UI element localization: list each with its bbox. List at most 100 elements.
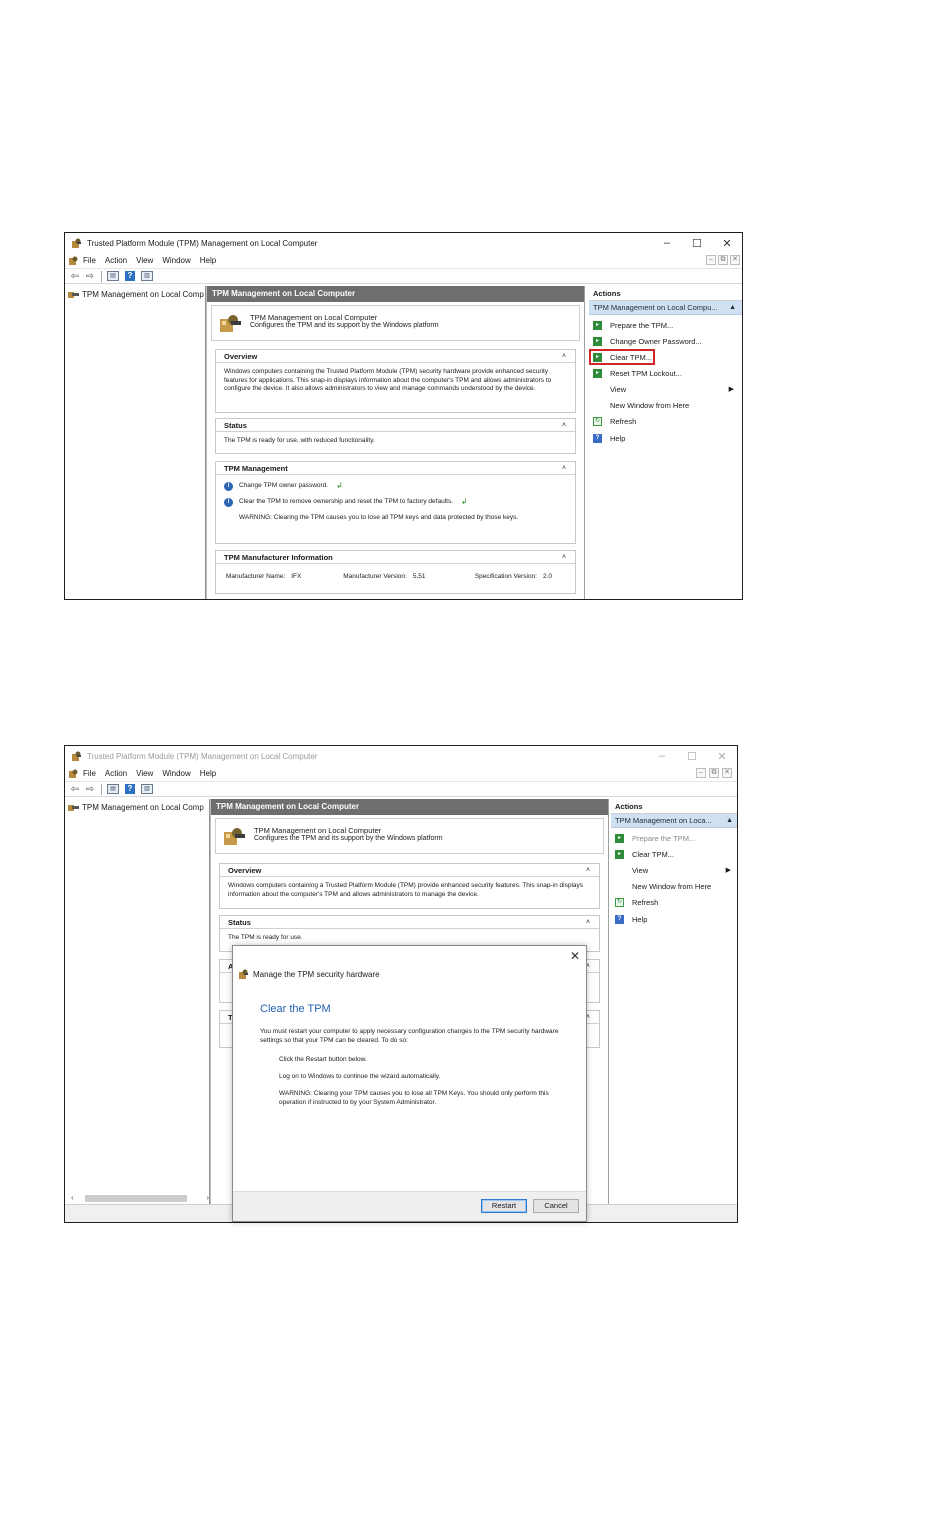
menu-view[interactable]: View [136, 256, 153, 265]
change-owner-password-text: Change TPM owner password. [239, 482, 329, 490]
window-title: Trusted Platform Module (TPM) Management… [87, 751, 318, 761]
info-icon: i [224, 498, 233, 507]
intro-box: TPM Management on Local Computer Configu… [211, 305, 580, 341]
close-button[interactable]: ✕ [707, 746, 737, 766]
mdi-restore-button[interactable]: ⧉ [718, 255, 728, 265]
mdi-close-button[interactable]: ✕ [730, 255, 740, 265]
tree-item-label: TPM Management on Local Comp [82, 290, 204, 299]
forward-arrow-icon[interactable]: ⇨ [84, 271, 96, 282]
close-button[interactable]: ✕ [712, 233, 742, 253]
change-password-link-icon[interactable]: ↲ [336, 482, 343, 491]
tpm-app-icon [72, 751, 81, 761]
tree-item-tpm-management[interactable]: TPM Management on Local Comp [68, 290, 204, 299]
tpm-management-section: TPM Management ˄ i Change TPM owner passw… [215, 461, 576, 544]
dialog-close-icon[interactable]: ✕ [570, 949, 580, 963]
collapse-caret-icon[interactable]: ˄ [586, 864, 590, 877]
collapse-caret-icon[interactable]: ˄ [562, 551, 566, 564]
minimize-button[interactable]: – [647, 746, 677, 766]
collapse-up-icon[interactable]: ▲ [729, 301, 736, 315]
scroll-right-icon[interactable]: › [206, 1193, 209, 1202]
back-arrow-icon[interactable]: ⇦ [69, 271, 81, 282]
action-reset-tpm-lockout[interactable]: ▸ Reset TPM Lockout... [593, 366, 738, 380]
toolbar: ⇦ ⇨ ▤ ? ▥ [65, 781, 737, 797]
menu-view[interactable]: View [136, 769, 153, 778]
forward-arrow-icon[interactable]: ⇨ [84, 784, 96, 795]
collapse-caret-icon[interactable]: ˄ [586, 916, 590, 929]
overview-header[interactable]: Overview ˄ [220, 864, 599, 877]
dialog-footer: Restart Cancel [233, 1191, 586, 1221]
actions-pane: Actions TPM Management on Loca... ▲ ▸ Prep… [611, 799, 737, 1222]
scrollbar-thumb[interactable] [85, 1195, 187, 1202]
dialog-header-text: Manage the TPM security hardware [253, 970, 380, 979]
menu-window[interactable]: Window [162, 256, 190, 265]
menu-file[interactable]: File [83, 769, 96, 778]
show-hide-action-pane-icon[interactable]: ▥ [141, 271, 153, 281]
intro-subtitle: Configures the TPM and its support by th… [250, 322, 439, 329]
menu-window[interactable]: Window [162, 769, 190, 778]
show-hide-console-tree-icon[interactable]: ▤ [107, 271, 119, 281]
spec-version-label: Specification Version: [474, 573, 537, 580]
mdi-restore-button[interactable]: ⧉ [709, 768, 719, 778]
action-label: Prepare the TPM... [632, 833, 696, 843]
status-title: Status [224, 421, 247, 430]
overview-header[interactable]: Overview ˄ [216, 350, 575, 363]
overview-text: Windows computers containing the Trusted… [224, 368, 552, 392]
maximize-button[interactable]: ☐ [677, 746, 707, 766]
action-prepare-tpm[interactable]: ▸ Prepare the TPM... [615, 831, 735, 845]
overview-text: Windows computers containing a Trusted P… [228, 882, 584, 898]
collapse-caret-icon[interactable]: ˄ [562, 419, 566, 432]
mdi-minimize-button[interactable]: – [706, 255, 716, 265]
action-prepare-tpm[interactable]: ▸ Prepare the TPM... [593, 318, 738, 332]
cancel-button[interactable]: Cancel [533, 1199, 579, 1213]
action-clear-tpm[interactable]: ▸ Clear TPM... [615, 847, 735, 861]
show-hide-action-pane-icon[interactable]: ▥ [141, 784, 153, 794]
overview-section: Overview ˄ Windows computers containing a… [219, 863, 600, 909]
mdi-close-button[interactable]: ✕ [722, 768, 732, 778]
overview-title: Overview [224, 352, 258, 361]
collapse-up-icon[interactable]: ▲ [726, 814, 733, 828]
menu-file[interactable]: File [83, 256, 96, 265]
action-help[interactable]: ? Help [593, 431, 738, 445]
action-new-window[interactable]: New Window from Here [615, 879, 735, 893]
tpm-management-header[interactable]: TPM Management ˄ [216, 462, 575, 475]
action-refresh[interactable]: ↻ Refresh [615, 895, 735, 909]
status-header[interactable]: Status ˄ [216, 419, 575, 432]
menu-help[interactable]: Help [200, 256, 216, 265]
restart-button[interactable]: Restart [481, 1199, 527, 1213]
window-title: Trusted Platform Module (TPM) Management… [87, 238, 318, 248]
actions-subheader[interactable]: TPM Management on Local Compu... ▲ [589, 301, 742, 315]
status-header[interactable]: Status ˄ [220, 916, 599, 929]
action-refresh[interactable]: ↻ Refresh [593, 414, 738, 428]
maximize-button[interactable]: ☐ [682, 233, 712, 253]
horizontal-scrollbar[interactable]: ‹ › [69, 1193, 209, 1203]
clear-tpm-link-icon[interactable]: ↲ [461, 498, 468, 507]
change-owner-password-row: i Change TPM owner password. ↲ [224, 482, 567, 491]
action-view[interactable]: View ▶ [615, 863, 735, 877]
action-help[interactable]: ? Help [615, 912, 735, 926]
menu-action[interactable]: Action [105, 769, 127, 778]
tpm-node-icon [68, 292, 79, 298]
collapse-caret-icon[interactable]: ˄ [562, 350, 566, 363]
intro-subtitle: Configures the TPM and its support by th… [254, 835, 443, 842]
menu-help[interactable]: Help [200, 769, 216, 778]
actions-subheader[interactable]: TPM Management on Loca... ▲ [611, 814, 737, 828]
action-view[interactable]: View ▶ [593, 382, 738, 396]
collapse-caret-icon[interactable]: ˄ [562, 462, 566, 475]
mdi-minimize-button[interactable]: – [696, 768, 706, 778]
manufacturer-header[interactable]: TPM Manufacturer Information ˄ [216, 551, 575, 564]
action-new-window[interactable]: New Window from Here [593, 398, 738, 412]
help-icon[interactable]: ? [125, 271, 135, 281]
action-change-owner-password[interactable]: ▸ Change Owner Password... [593, 334, 738, 348]
menu-action[interactable]: Action [105, 256, 127, 265]
back-arrow-icon[interactable]: ⇦ [69, 784, 81, 795]
tree-item-tpm-management[interactable]: TPM Management on Local Comp [68, 803, 204, 812]
tpm-window-1: Trusted Platform Module (TPM) Management… [64, 232, 743, 600]
help-icon[interactable]: ? [125, 784, 135, 794]
minimize-button[interactable]: – [652, 233, 682, 253]
action-label: Change Owner Password... [610, 336, 702, 346]
scroll-left-icon[interactable]: ‹ [71, 1193, 74, 1202]
clear-tpm-text: Clear the TPM to remove ownership and re… [239, 498, 453, 506]
show-hide-console-tree-icon[interactable]: ▤ [107, 784, 119, 794]
console-tree: TPM Management on Local Comp ‹ › [65, 799, 210, 1222]
menu-bar: File Action View Window Help [65, 766, 737, 781]
